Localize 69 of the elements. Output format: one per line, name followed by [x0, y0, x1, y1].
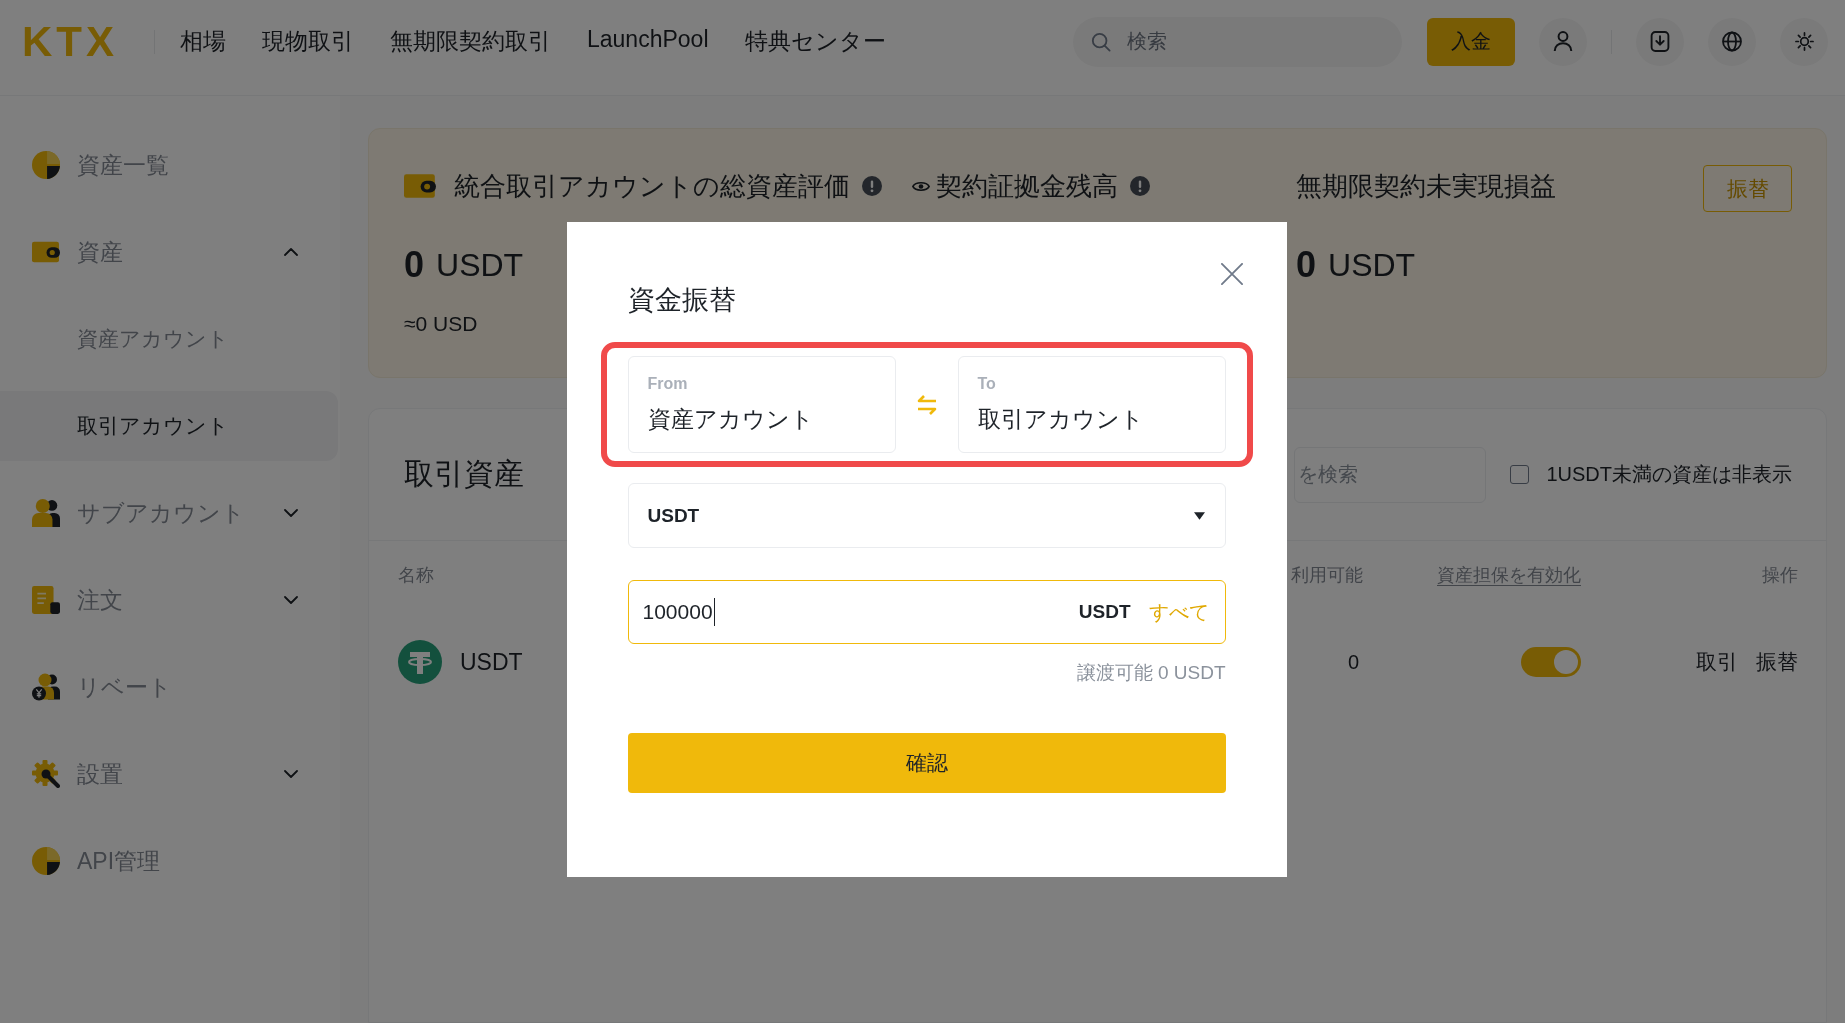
- exclamation-icon[interactable]: [1130, 176, 1150, 196]
- column-header[interactable]: 資産担保を有効化: [1437, 563, 1581, 587]
- sidebar-subitem[interactable]: 取引アカウント: [0, 391, 338, 461]
- dialog-title: 資金振替: [627, 284, 736, 317]
- metric-value: 0: [404, 243, 425, 287]
- sidebar-item[interactable]: API管理: [0, 826, 338, 896]
- column-header: 操作: [1762, 564, 1798, 587]
- metric-label: 統合取引アカウントの総資産評価: [454, 169, 850, 203]
- field-label: From: [647, 374, 688, 394]
- wallet-icon: [404, 174, 436, 198]
- nav-link[interactable]: LaunchPool: [587, 26, 709, 57]
- field-value: 取引アカウント: [977, 405, 1144, 433]
- document-icon: [32, 586, 60, 614]
- coin-select[interactable]: USDT: [627, 483, 1226, 548]
- download-icon: [1650, 31, 1670, 52]
- sidebar-item[interactable]: サブアカウント: [0, 478, 338, 548]
- sidebar-item[interactable]: リベート: [0, 652, 338, 722]
- coin-icon: [398, 640, 442, 684]
- nav-link[interactable]: 無期限契約取引: [390, 26, 551, 57]
- nav-link[interactable]: 相場: [180, 26, 226, 57]
- from-account-field[interactable]: From 資産アカウント: [627, 356, 896, 453]
- nav-link[interactable]: 現物取引: [262, 26, 354, 57]
- asset-name: USDT: [460, 648, 523, 676]
- sidebar-subitem[interactable]: 資産アカウント: [0, 304, 338, 374]
- max-link[interactable]: すべて: [1148, 598, 1209, 626]
- action-link[interactable]: 振替: [1756, 648, 1798, 676]
- confirm-button[interactable]: 確認: [627, 733, 1226, 793]
- metric-label: 契約証拠金残高: [936, 169, 1118, 203]
- search-field[interactable]: を検索: [1294, 446, 1487, 503]
- search-icon: [1091, 31, 1111, 52]
- sun-icon: [1794, 32, 1814, 51]
- action-link[interactable]: 取引: [1696, 648, 1738, 676]
- unit-label: USDT: [1078, 601, 1131, 623]
- pie-chart-icon: [32, 847, 60, 875]
- users-coin-icon: [32, 673, 60, 701]
- field-label: To: [977, 374, 996, 394]
- search-field[interactable]: 検索: [1073, 16, 1402, 67]
- pie-chart-icon: [32, 151, 60, 179]
- field-value: 資産アカウント: [647, 405, 814, 433]
- users-icon: [32, 499, 60, 527]
- metric-unit: USDT: [1328, 246, 1416, 285]
- column-header: 利用可能: [1291, 564, 1363, 587]
- column-header: 名称: [398, 564, 434, 587]
- user-icon: [1553, 31, 1573, 52]
- metric-unit: USDT: [436, 246, 524, 285]
- checkbox-label: 1USDT未満の資産は非表示: [1546, 462, 1792, 487]
- metric-label: 無期限契約未実現損益: [1296, 169, 1556, 203]
- to-account-field[interactable]: To 取引アカウント: [957, 356, 1226, 453]
- globe-icon: [1722, 31, 1742, 52]
- caret-icon: [1193, 511, 1205, 520]
- collateral-toggle[interactable]: [1521, 647, 1581, 677]
- nav-link[interactable]: 特典センター: [744, 26, 886, 57]
- available-amount: 0: [1347, 650, 1359, 674]
- close-icon[interactable]: [1220, 263, 1243, 285]
- available-amount: 譲渡可能 0 USDT: [1076, 661, 1226, 685]
- deposit-button[interactable]: 入金: [1427, 17, 1515, 66]
- eye-icon[interactable]: [912, 179, 930, 193]
- sidebar-item[interactable]: 設置: [0, 739, 338, 809]
- hide-small-checkbox[interactable]: [1510, 465, 1530, 484]
- settings-icon: [32, 760, 60, 788]
- amount-field[interactable]: 100000 USDT すべて: [627, 580, 1226, 644]
- metric-value: 0: [1296, 243, 1317, 287]
- exclamation-icon[interactable]: [862, 176, 882, 196]
- sidebar-item[interactable]: 注文: [0, 565, 338, 635]
- sidebar-item[interactable]: 資産: [0, 217, 338, 287]
- metric-approx: ≈0 USD: [404, 311, 478, 337]
- section-title: 取引資産: [404, 456, 524, 492]
- sidebar-item[interactable]: 資産一覧: [0, 130, 338, 200]
- text-cursor-icon: [713, 598, 716, 626]
